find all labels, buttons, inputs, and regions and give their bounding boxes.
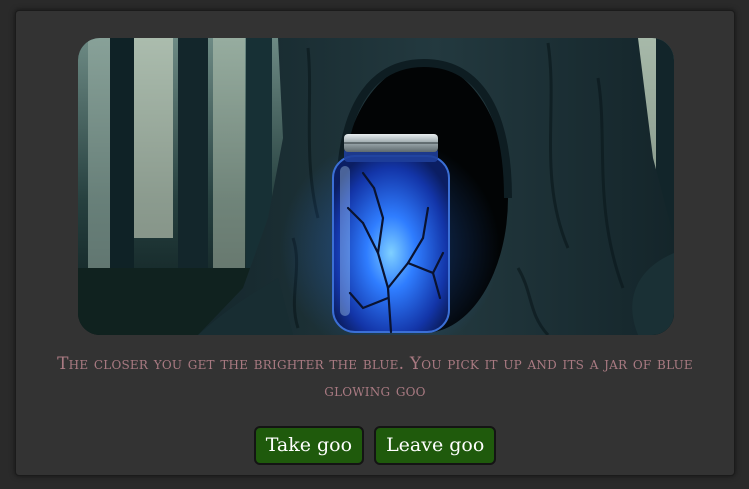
story-panel: The closer you get the brighter the blue… <box>15 10 735 476</box>
choice-buttons: Take goo Leave goo <box>16 426 734 465</box>
forest-jar-illustration <box>78 38 674 335</box>
scene-image <box>78 38 674 335</box>
leave-goo-button[interactable]: Leave goo <box>374 426 497 465</box>
take-goo-button[interactable]: Take goo <box>253 426 365 465</box>
story-text: The closer you get the brighter the blue… <box>57 354 693 401</box>
